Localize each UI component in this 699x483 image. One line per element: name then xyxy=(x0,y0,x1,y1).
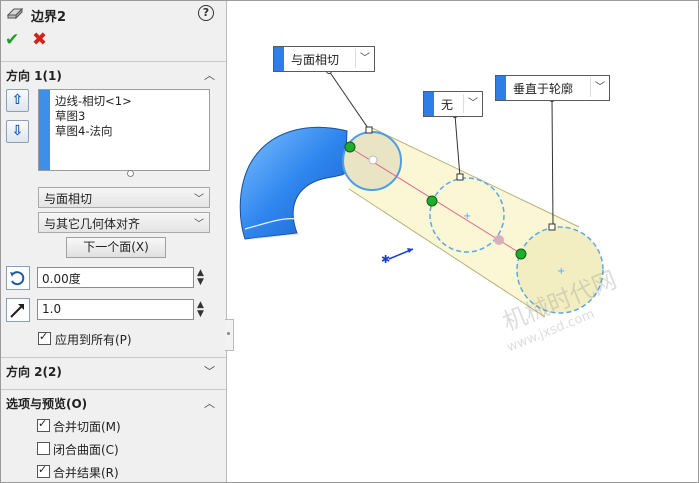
callout-start-constraint[interactable]: 与面相切 ﹀ xyxy=(273,46,375,72)
merge-faces-checkbox[interactable] xyxy=(37,417,50,432)
ok-icon[interactable]: ✔ xyxy=(5,30,19,50)
callout-end-constraint[interactable]: 垂直于轮廓 ﹀ xyxy=(495,75,610,101)
connector-point xyxy=(344,141,356,153)
boundary-feature-window: 边界2 ? ✔ ✖ 方向 1(1) ︿ ⇧ ⇩ 边线-相切<1> 草图3 草图4… xyxy=(0,0,699,483)
angle-value: 0.00度 xyxy=(42,272,81,286)
divider xyxy=(1,357,226,358)
cancel-icon[interactable]: ✖ xyxy=(32,29,47,50)
chevron-down-icon[interactable]: ﹀ xyxy=(590,78,609,97)
move-up-icon[interactable]: ⇧ xyxy=(6,89,29,112)
apply-all-checkbox[interactable] xyxy=(38,330,51,345)
list-item[interactable]: 边线-相切<1> xyxy=(55,93,132,109)
magnitude-input[interactable]: 1.0 xyxy=(37,299,194,320)
tangent-magnitude-icon[interactable] xyxy=(6,298,30,322)
svg-text:+: + xyxy=(463,211,471,222)
chevron-down-icon[interactable]: ﹀ xyxy=(355,49,374,68)
property-manager-panel: 边界2 ? ✔ ✖ 方向 1(1) ︿ ⇧ ⇩ 边线-相切<1> 草图3 草图4… xyxy=(1,1,227,482)
close-surface-label: 闭合曲面(C) xyxy=(53,443,119,457)
chevron-up-icon[interactable]: ︿ xyxy=(204,395,215,411)
chevron-down-icon: ﹀ xyxy=(194,219,204,230)
triad-icon: ✱ xyxy=(381,248,414,266)
existing-swept-surface xyxy=(239,126,348,240)
chevron-up-icon[interactable]: ︿ xyxy=(204,67,215,83)
list-item[interactable]: 草图4-法向 xyxy=(55,123,112,139)
list-item[interactable]: 草图3 xyxy=(55,108,85,124)
connector-point xyxy=(426,195,438,207)
next-face-button[interactable]: 下一个面(X) xyxy=(66,237,166,258)
divider xyxy=(1,61,226,62)
graphics-viewport[interactable]: + + ✱ 机械时代网 www.jxsd.com 与面相切 ﹀ 无 ﹀ 垂直于轮… xyxy=(227,1,698,482)
options-header[interactable]: 选项与预览(O) xyxy=(6,395,87,412)
merge-result-label: 合并结果(R) xyxy=(53,466,119,480)
chevron-down-icon[interactable]: ﹀ xyxy=(463,94,482,113)
curves-list[interactable]: 边线-相切<1> 草图3 草图4-法向 xyxy=(38,89,210,171)
tangent-type-value: 与面相切 xyxy=(44,192,93,206)
panel-title: 边界2 xyxy=(31,10,67,25)
chevron-down-icon[interactable]: ﹀ xyxy=(204,363,215,379)
tangent-type-select[interactable]: 与面相切 ﹀ xyxy=(38,187,210,208)
draft-angle-icon[interactable] xyxy=(6,266,30,290)
callout-label: 无 xyxy=(441,98,454,112)
direction2-header[interactable]: 方向 2(2) xyxy=(6,363,62,380)
alignment-value: 与其它几何体对齐 xyxy=(44,217,141,231)
svg-text:✱: ✱ xyxy=(381,253,390,266)
angle-spinner[interactable]: ▲ ▼ xyxy=(197,269,204,287)
magnitude-value: 1.0 xyxy=(42,302,62,316)
help-icon[interactable]: ? xyxy=(198,5,214,21)
connector-point xyxy=(515,248,527,260)
callout-middle-constraint[interactable]: 无 ﹀ xyxy=(423,91,483,117)
magnitude-spinner[interactable]: ▲ ▼ xyxy=(197,301,204,319)
boundary-surface-icon xyxy=(7,7,23,20)
apply-all-label: 应用到所有(P) xyxy=(55,333,132,347)
close-surface-checkbox[interactable] xyxy=(37,442,50,455)
callout-label: 垂直于轮廓 xyxy=(513,82,574,96)
panel-header: 边界2 ? xyxy=(1,1,226,27)
model-canvas[interactable]: + + ✱ 机械时代网 www.jxsd.com xyxy=(227,1,698,482)
merge-faces-label: 合并切面(M) xyxy=(53,420,121,434)
chevron-down-icon: ﹀ xyxy=(194,194,204,205)
resize-handle[interactable] xyxy=(127,170,134,177)
alignment-select[interactable]: 与其它几何体对齐 ﹀ xyxy=(38,212,210,233)
angle-input[interactable]: 0.00度 xyxy=(37,267,194,288)
merge-result-checkbox[interactable] xyxy=(37,463,50,478)
divider xyxy=(1,389,226,390)
callout-label: 与面相切 xyxy=(291,53,340,67)
direction1-header[interactable]: 方向 1(1) xyxy=(6,67,62,84)
move-down-icon[interactable]: ⇩ xyxy=(6,120,29,143)
svg-text:+: + xyxy=(557,266,565,277)
selection-color-bar xyxy=(39,90,50,170)
